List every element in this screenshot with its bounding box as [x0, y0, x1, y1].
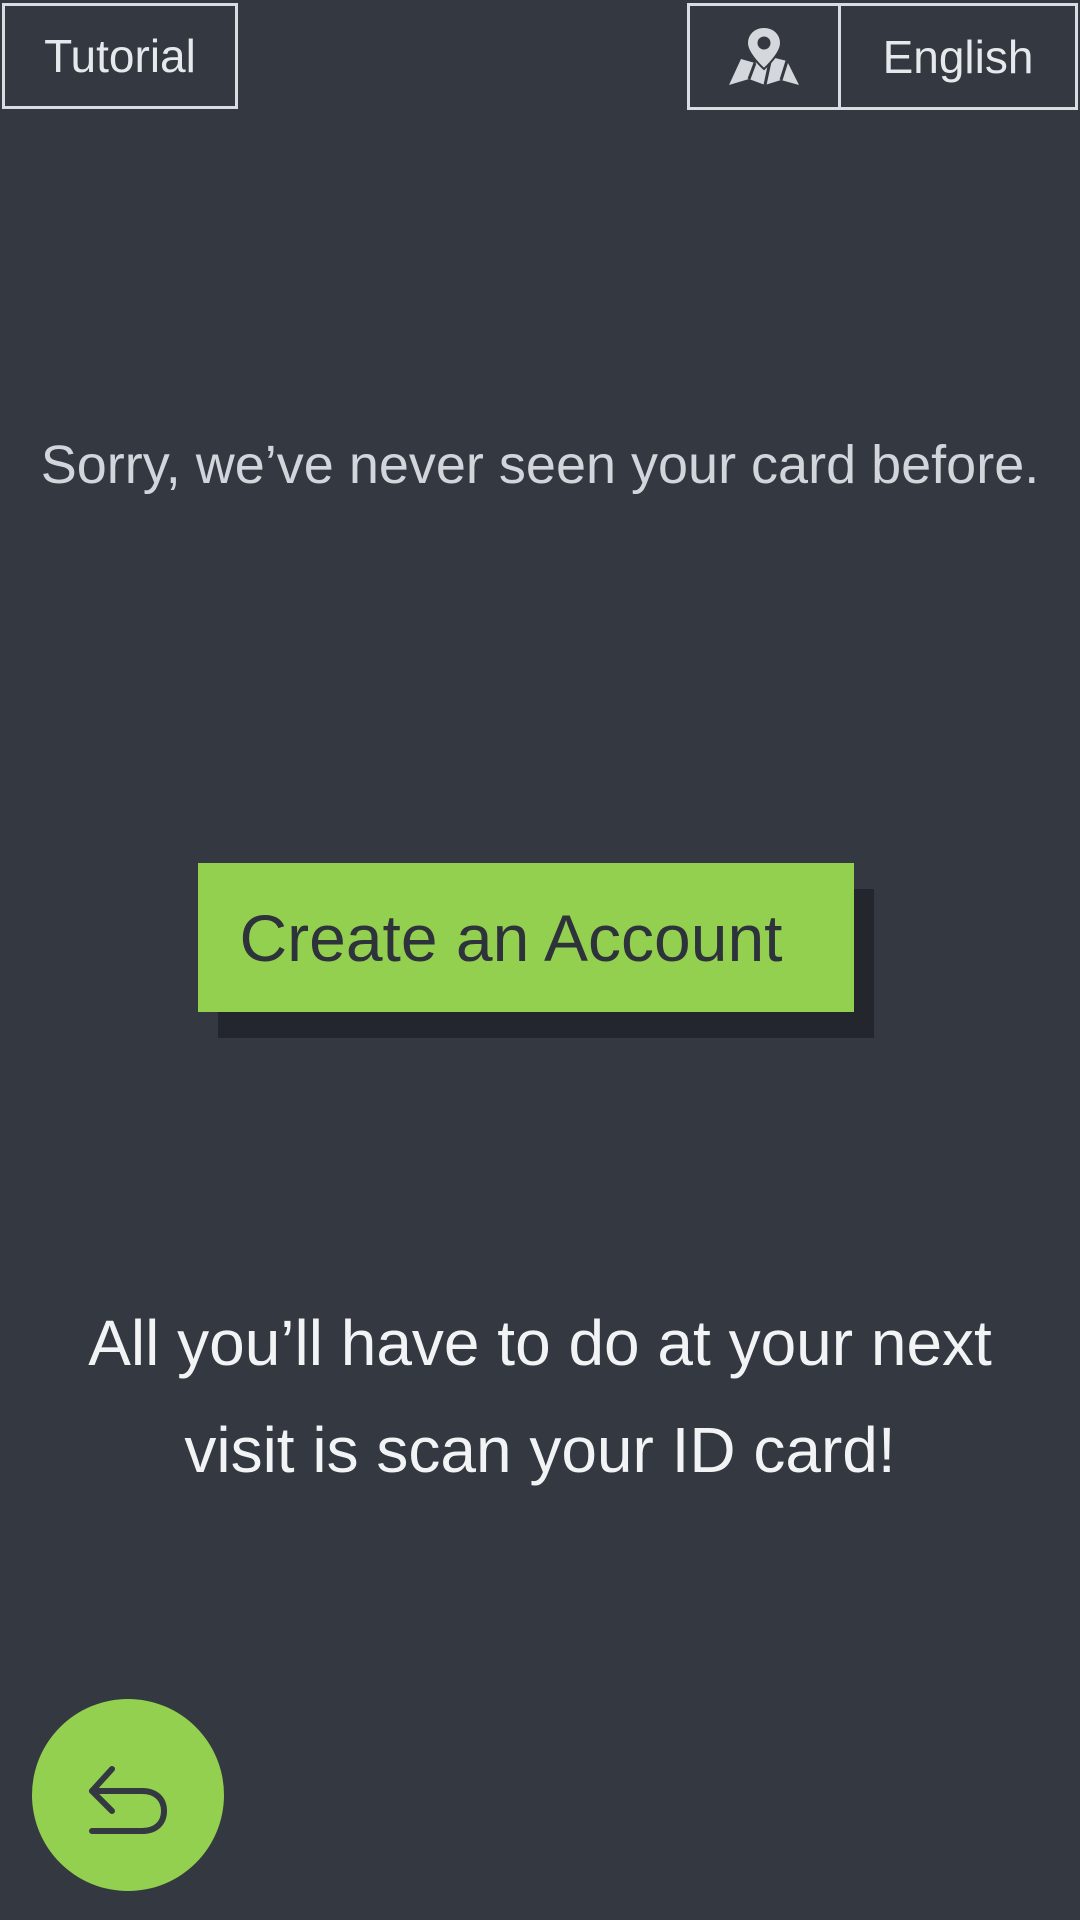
map-pin-icon	[729, 25, 799, 85]
location-button[interactable]	[690, 6, 841, 107]
card-not-found-message: Sorry, we’ve never seen your card before…	[40, 435, 1040, 495]
back-arrow-icon	[89, 1766, 167, 1834]
create-account-button[interactable]: Create an Account	[198, 863, 854, 1012]
tutorial-label: Tutorial	[44, 30, 196, 82]
location-language-group: English	[687, 3, 1078, 110]
language-label: English	[882, 30, 1034, 83]
create-account-label: Create an Account	[239, 900, 783, 975]
info-line-2: visit is scan your ID card!	[184, 1414, 896, 1486]
language-button[interactable]: English	[841, 6, 1075, 107]
info-line-1: All you’ll have to do at your next	[88, 1307, 992, 1379]
next-visit-info: All you’ll have to do at your next visit…	[30, 1290, 1050, 1504]
tutorial-button[interactable]: Tutorial	[2, 3, 238, 109]
back-button[interactable]	[32, 1699, 224, 1891]
